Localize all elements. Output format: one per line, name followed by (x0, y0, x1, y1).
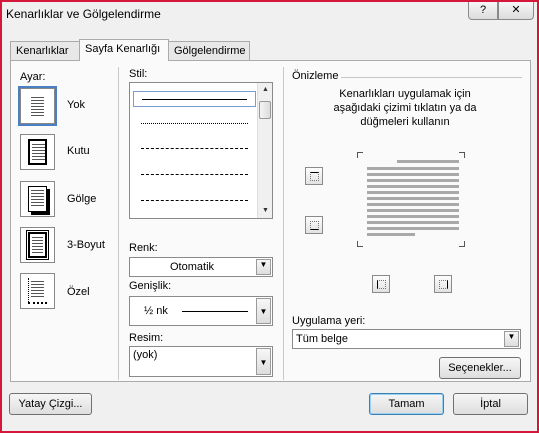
chevron-down-icon[interactable]: ▼ (256, 259, 271, 275)
divider-right (283, 67, 284, 380)
border-top-icon (310, 172, 319, 181)
style-listbox[interactable]: ▲ ▼ (129, 82, 273, 219)
setting-custom-label[interactable]: Özel (67, 286, 90, 298)
left-border-button[interactable] (372, 275, 390, 293)
style-label: Stil: (129, 68, 148, 80)
page-box-icon (28, 139, 47, 165)
options-button[interactable]: Seçenekler... (439, 357, 521, 379)
art-dropdown[interactable]: (yok) ▼ (129, 346, 273, 377)
setting-box-label[interactable]: Kutu (67, 145, 90, 157)
page-3d-icon (26, 230, 49, 260)
border-left-icon (377, 280, 386, 289)
setting-box-button[interactable] (20, 134, 55, 170)
preview-hint-line3: düğmeleri kullanın (360, 116, 450, 128)
border-right-icon (439, 280, 448, 289)
ok-button[interactable]: Tamam (369, 393, 444, 415)
tab-borders[interactable]: Kenarlıklar (10, 41, 80, 60)
scroll-down-icon[interactable]: ▼ (258, 204, 273, 218)
setting-3d-button[interactable] (20, 227, 55, 263)
color-value: Otomatik (170, 261, 215, 273)
setting-none-label[interactable]: Yok (67, 99, 85, 111)
top-border-button[interactable] (305, 167, 323, 185)
setting-none-button[interactable] (18, 86, 57, 126)
horizontal-line-button[interactable]: Yatay Çizgi... (9, 393, 92, 415)
art-label: Resim: (129, 332, 164, 344)
art-value: (yok) (133, 349, 158, 361)
window-title: Kenarlıklar ve Gölgelendirme (6, 7, 161, 21)
style-scrollbar[interactable]: ▲ ▼ (257, 83, 272, 218)
setting-shadow-label[interactable]: Gölge (67, 193, 96, 205)
page-custom-icon (28, 278, 47, 304)
setting-label: Ayar: (20, 71, 46, 83)
chevron-down-icon[interactable]: ▼ (256, 348, 271, 375)
close-button[interactable]: ✕ (498, 2, 534, 20)
preview-label: Önizleme (292, 70, 339, 82)
apply-to-dropdown[interactable]: Tüm belge ▼ (292, 329, 521, 349)
scroll-up-icon[interactable]: ▲ (258, 83, 273, 97)
preview-hint-line2: aşağıdaki çizimi tıklatın ya da (333, 102, 477, 114)
style-option-dotted[interactable] (133, 116, 256, 132)
tab-shading[interactable]: Gölgelendirme (168, 41, 250, 60)
bottom-border-button[interactable] (305, 216, 323, 234)
tab-page-border[interactable]: Sayfa Kenarlığı (79, 39, 169, 61)
title-bar: Kenarlıklar ve Gölgelendirme ? ✕ (2, 2, 537, 30)
chevron-down-icon[interactable]: ▼ (504, 331, 519, 347)
apply-to-value: Tüm belge (296, 333, 348, 345)
preview-hint-line1: Kenarlıkları uygulamak için (339, 88, 471, 100)
scroll-thumb[interactable] (259, 101, 271, 119)
preview-page[interactable] (357, 152, 465, 247)
preview-separator (341, 77, 522, 78)
color-label: Renk: (129, 242, 158, 254)
width-dropdown[interactable]: ½ nk ▼ (129, 296, 273, 326)
borders-and-shading-dialog: Kenarlıklar ve Gölgelendirme ? ✕ Kenarlı… (0, 0, 539, 433)
style-option-dash-dot[interactable] (133, 193, 256, 209)
color-dropdown[interactable]: Otomatik ▼ (129, 257, 273, 277)
setting-shadow-button[interactable] (20, 181, 55, 217)
apply-to-label: Uygulama yeri: (292, 315, 366, 327)
width-value: ½ nk (144, 305, 168, 317)
help-button[interactable]: ? (468, 2, 498, 20)
right-border-button[interactable] (434, 275, 452, 293)
border-bottom-icon (310, 221, 319, 230)
page-shadow-icon (28, 186, 47, 212)
style-option-dashed[interactable] (133, 141, 256, 157)
cancel-button[interactable]: İptal (453, 393, 528, 415)
style-option-dashed-wide[interactable] (133, 167, 256, 183)
style-option-solid[interactable] (133, 91, 256, 107)
page-none-icon (28, 93, 47, 119)
width-label: Genişlik: (129, 280, 172, 292)
setting-custom-button[interactable] (20, 273, 55, 309)
page-border-panel: Ayar: Yok Kutu Gölge 3-Boyut Özel Stil: … (10, 60, 531, 382)
divider-left (118, 67, 119, 380)
setting-3d-label[interactable]: 3-Boyut (67, 239, 105, 251)
chevron-down-icon[interactable]: ▼ (256, 298, 271, 324)
width-sample-line (182, 311, 248, 312)
preview-hint: Kenarlıkları uygulamak için aşağıdaki çi… (293, 87, 517, 129)
